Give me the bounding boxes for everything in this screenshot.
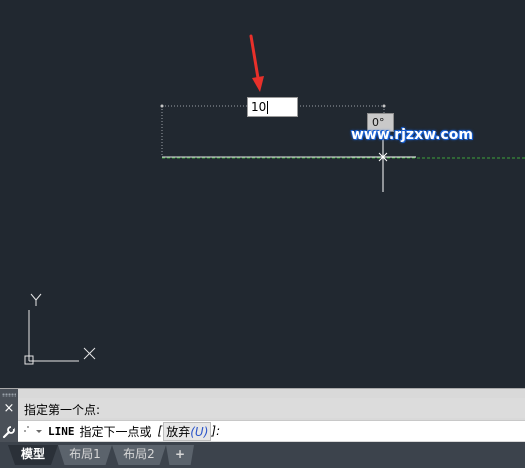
add-layout-button[interactable]: + — [166, 445, 194, 465]
tab-model[interactable]: 模型 — [8, 445, 58, 465]
command-line-panel: × 指定第一个点: LINE 指定下一点或 [ 放弃(U) ]: — [0, 388, 525, 443]
command-history-line: 指定第一个点: — [18, 398, 525, 418]
command-input-line[interactable]: LINE 指定下一点或 [ 放弃(U) ]: — [18, 420, 525, 441]
layout-tabs-bar: 模型 布局1 布局2 + — [0, 442, 525, 468]
close-icon[interactable]: × — [3, 402, 15, 415]
tab-layout2[interactable]: 布局2 — [112, 445, 166, 465]
option-undo-label: 放弃 — [166, 424, 191, 439]
dynamic-input-field[interactable]: 10 — [247, 97, 298, 117]
autocad-window: 10 0° www.rjzxw.com X Y × 指定第一个点: — [0, 0, 525, 468]
ucs-icon — [24, 293, 96, 365]
tab-layout1[interactable]: 布局1 — [58, 445, 112, 465]
option-bracket-open: [ — [157, 424, 163, 438]
canvas-graphics — [24, 34, 525, 365]
dynamic-input-value: 10 — [251, 100, 267, 114]
command-prompt-icon[interactable] — [18, 422, 48, 440]
watermark-text: www.rjzxw.com — [351, 127, 473, 143]
grip-dots-icon — [2, 393, 16, 397]
option-undo-key: U — [194, 424, 204, 439]
command-name: LINE — [48, 424, 75, 438]
option-undo[interactable]: 放弃(U) — [163, 421, 212, 441]
drawing-canvas[interactable]: 10 0° www.rjzxw.com X Y — [0, 0, 525, 388]
annotation-arrow-icon — [249, 34, 264, 92]
wrench-icon[interactable] — [2, 425, 16, 439]
command-prompt-text: 指定下一点或 — [79, 424, 152, 439]
command-line-grip[interactable]: × — [0, 389, 18, 443]
option-bracket-close: ]: — [211, 424, 221, 438]
option-key-close: ) — [203, 424, 209, 439]
text-caret — [267, 101, 269, 114]
